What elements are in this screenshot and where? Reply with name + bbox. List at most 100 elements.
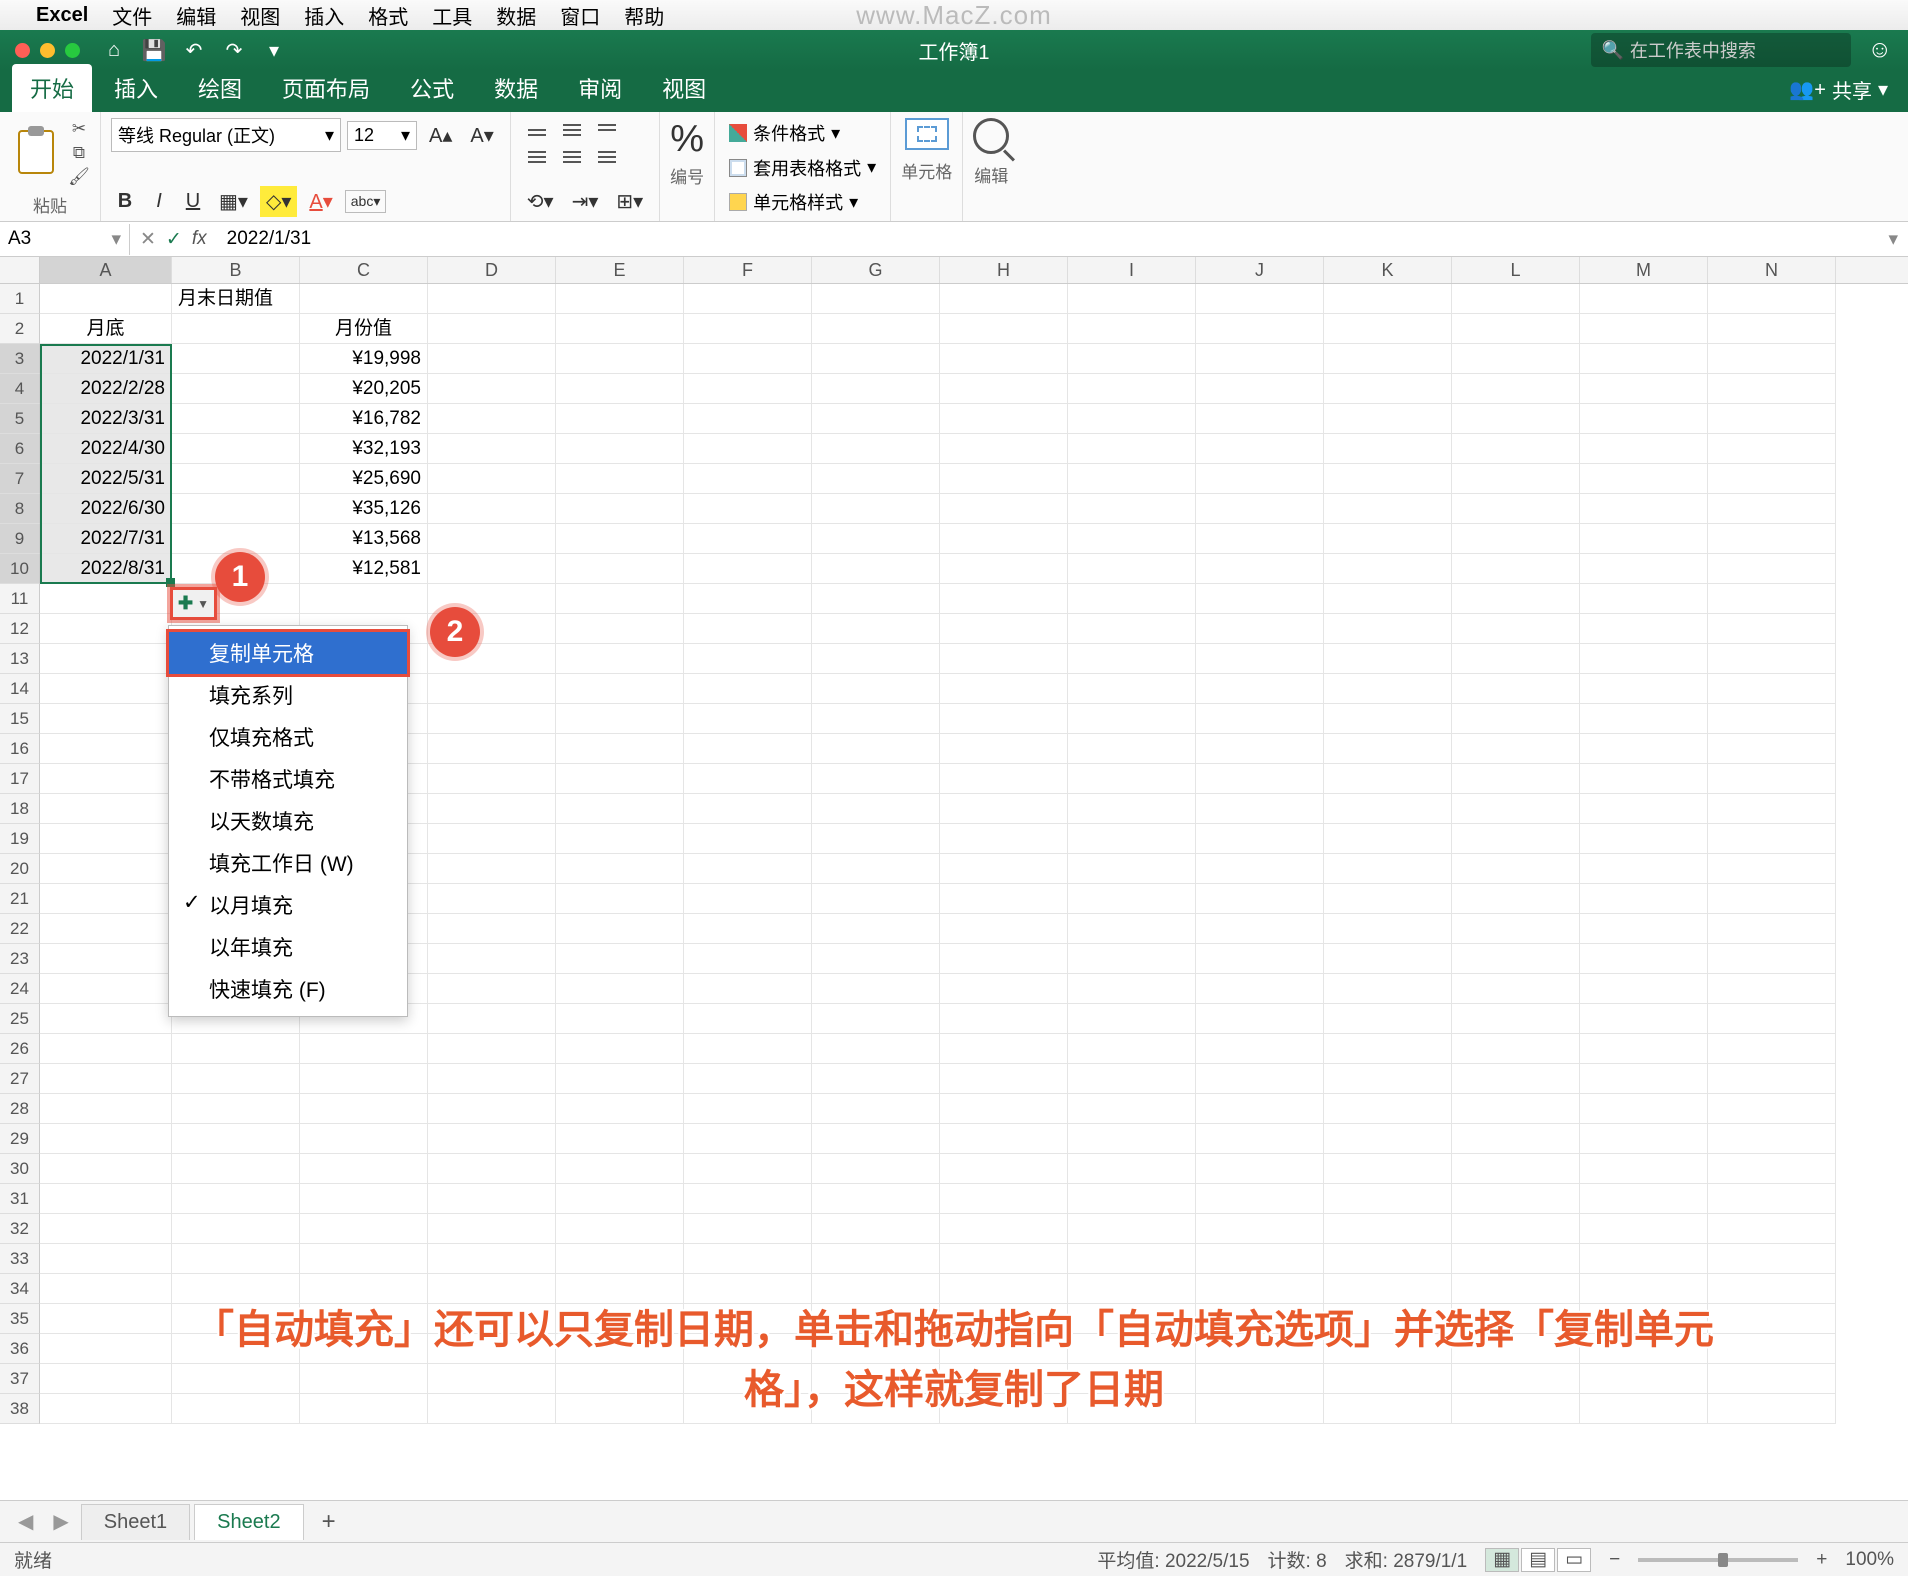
cell[interactable] [684,1004,812,1034]
sheet-tab-1[interactable]: Sheet1 [81,1504,190,1540]
col-B[interactable]: B [172,257,300,283]
cell[interactable] [812,1004,940,1034]
autofill-options-button[interactable]: ✚ ▼ [170,587,217,620]
cell[interactable] [1068,824,1196,854]
cell[interactable] [556,1064,684,1094]
cell[interactable] [940,644,1068,674]
zoom-out-button[interactable]: − [1609,1549,1620,1571]
cut-icon[interactable]: ✂ [68,120,90,138]
cell[interactable] [812,884,940,914]
cell[interactable] [1324,1214,1452,1244]
cell[interactable] [1324,794,1452,824]
cell[interactable] [556,314,684,344]
cell[interactable] [1324,704,1452,734]
cell[interactable] [1708,1094,1836,1124]
col-C[interactable]: C [300,257,428,283]
cell[interactable] [1452,1184,1580,1214]
cell[interactable] [1068,1124,1196,1154]
cell[interactable] [172,404,300,434]
cell[interactable] [684,674,812,704]
cell[interactable] [1324,554,1452,584]
cell[interactable] [1068,464,1196,494]
cell[interactable] [40,974,172,1004]
paste-button[interactable] [10,126,62,178]
cell[interactable] [1196,1004,1324,1034]
spreadsheet-grid[interactable]: A B C D E F G H I J K L M N 123456789101… [0,257,1908,1500]
cell[interactable] [684,944,812,974]
cell[interactable] [940,974,1068,1004]
cell[interactable] [812,734,940,764]
cell[interactable] [1068,704,1196,734]
cell[interactable] [1580,1154,1708,1184]
cell[interactable] [1452,1094,1580,1124]
cell[interactable] [172,374,300,404]
menu-window[interactable]: 窗口 [560,1,600,30]
zoom-slider[interactable] [1638,1558,1798,1562]
cell[interactable] [812,554,940,584]
cell[interactable] [1580,1214,1708,1244]
cell[interactable] [1452,884,1580,914]
cell[interactable] [1324,1034,1452,1064]
cell[interactable] [1452,614,1580,644]
cell[interactable] [940,1154,1068,1184]
cell[interactable] [428,884,556,914]
conditional-format-button[interactable]: 条件格式 ▾ [725,118,880,148]
row-29[interactable]: 29 [0,1124,40,1154]
cell[interactable] [1580,1094,1708,1124]
cell[interactable] [172,464,300,494]
cell[interactable] [1196,944,1324,974]
cells-icon[interactable] [905,118,949,150]
row-25[interactable]: 25 [0,1004,40,1034]
cell[interactable] [1324,434,1452,464]
cell[interactable]: 2022/2/28 [40,374,172,404]
cell[interactable] [1580,434,1708,464]
cell[interactable] [300,1094,428,1124]
cell[interactable] [1324,1064,1452,1094]
cell[interactable] [1708,794,1836,824]
cell[interactable] [1324,284,1452,314]
cell[interactable] [684,344,812,374]
menu-tools[interactable]: 工具 [432,1,472,30]
cell[interactable] [1452,854,1580,884]
row-16[interactable]: 16 [0,734,40,764]
cell[interactable] [812,284,940,314]
cell[interactable] [1708,524,1836,554]
cell[interactable] [556,524,684,554]
cell[interactable] [556,704,684,734]
cell[interactable] [1452,734,1580,764]
cell[interactable] [940,1064,1068,1094]
cell[interactable] [940,524,1068,554]
cell[interactable] [684,404,812,434]
cell[interactable] [1580,1124,1708,1154]
cell[interactable] [1068,554,1196,584]
cell[interactable] [812,944,940,974]
align-right[interactable] [591,145,623,169]
cell[interactable] [1580,404,1708,434]
cell[interactable] [1068,1004,1196,1034]
align-center[interactable] [556,145,588,169]
cell[interactable] [1708,1154,1836,1184]
cell[interactable] [1068,1064,1196,1094]
cell[interactable] [812,644,940,674]
cell[interactable] [556,464,684,494]
italic-button[interactable]: I [145,187,173,216]
cell-styles-button[interactable]: 单元格样式 ▾ [725,187,880,217]
cell[interactable] [1196,674,1324,704]
cell[interactable] [40,764,172,794]
cell[interactable] [684,1214,812,1244]
cell[interactable] [684,284,812,314]
row-18[interactable]: 18 [0,794,40,824]
cell[interactable] [428,854,556,884]
view-normal-icon[interactable]: ▦ [1485,1548,1519,1572]
fx-icon[interactable]: fx [192,228,207,250]
cell[interactable] [1452,704,1580,734]
cell[interactable] [556,854,684,884]
col-A[interactable]: A [40,257,172,283]
cell[interactable] [940,1004,1068,1034]
cell[interactable] [1196,704,1324,734]
maximize-button[interactable] [65,43,80,58]
cell[interactable] [1580,884,1708,914]
cell[interactable] [1196,554,1324,584]
cell[interactable]: ¥13,568 [300,524,428,554]
name-box[interactable]: A3▾ [0,224,130,255]
